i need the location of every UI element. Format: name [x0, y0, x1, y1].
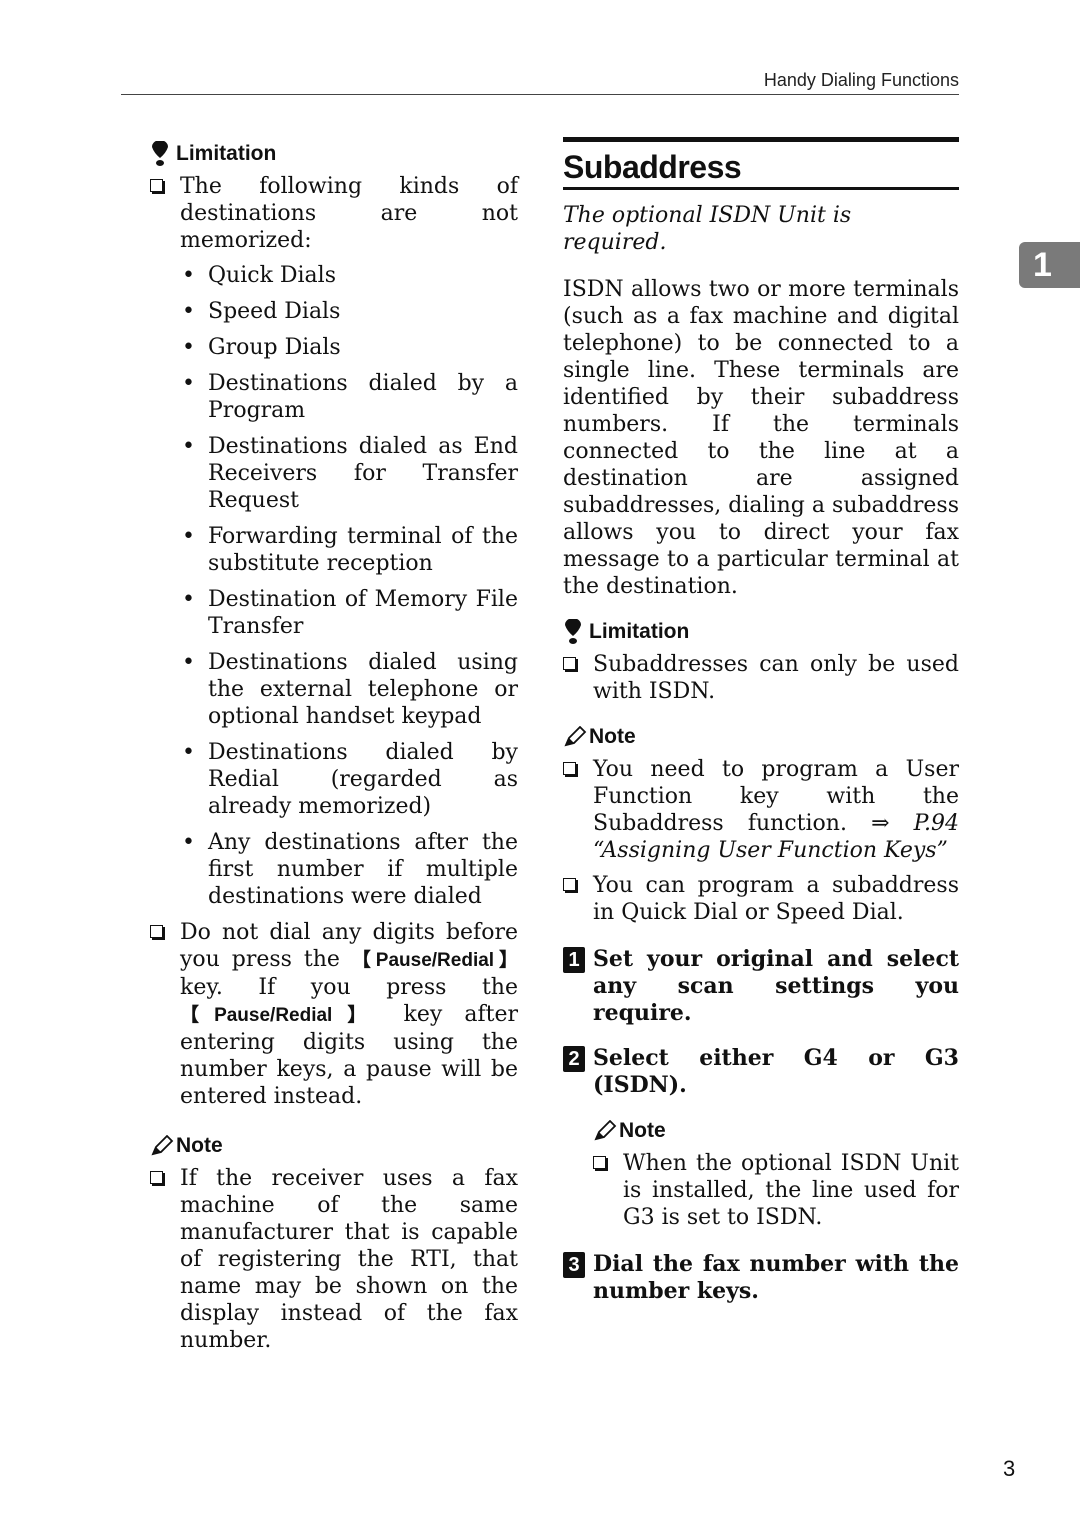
text: key. If you press the	[180, 975, 518, 1000]
step-2: 2 Select either G4 or G3 (ISDN).	[563, 1045, 959, 1099]
limitation-heading: Limitation	[150, 140, 518, 167]
limitation-icon	[150, 140, 176, 167]
pause-redial-item: Do not dial any digits before you press …	[150, 919, 518, 1110]
note-item: If the receiver uses a fax machine of th…	[150, 1165, 518, 1354]
step-text: Select either G4 or G3 (ISDN).	[593, 1045, 959, 1098]
requirement-note: The optional ISDN Unit is required.	[563, 203, 852, 255]
step-3: 3 Dial the fax number with the number ke…	[563, 1251, 959, 1305]
step-number-badge: 1	[563, 947, 585, 973]
running-header: Handy Dialing Functions	[763, 70, 959, 90]
list-item: Speed Dials	[180, 298, 518, 325]
checkbox-bullet-icon	[593, 1156, 606, 1169]
limitation-intro: The following kinds of destinations are …	[180, 174, 518, 253]
bullet-list: Quick Dials Speed Dials Group Dials Dest…	[180, 262, 518, 910]
section-title: Subaddress	[563, 149, 742, 185]
pause-redial-key-label: 【Pause/Redial】	[351, 950, 518, 971]
pencil-icon	[563, 725, 589, 748]
chapter-tab: 1	[1019, 242, 1080, 288]
note-text: When the optional ISDN Unit is installed…	[623, 1151, 959, 1230]
limitation-item: The following kinds of destinations are …	[150, 173, 518, 254]
right-column: Subaddress The optional ISDN Unit is req…	[563, 137, 959, 1323]
title-rule-bottom	[563, 187, 959, 190]
step-number-badge: 3	[563, 1252, 585, 1278]
limitation-heading: Limitation	[563, 618, 959, 645]
list-item: Forwarding terminal of the substitute re…	[180, 523, 518, 577]
page-number: 3	[1003, 1456, 1016, 1481]
note-item: You need to program a User Function key …	[563, 756, 959, 864]
list-item: Destinations dialed by a Program	[180, 370, 518, 424]
limitation-item: Subaddresses can only be used with ISDN.	[563, 651, 959, 705]
checkbox-bullet-icon	[563, 762, 576, 775]
body-paragraph: ISDN allows two or more terminals (such …	[563, 277, 959, 599]
note-heading: Note	[593, 1117, 959, 1144]
list-item: Any destinations after the first number …	[180, 829, 518, 910]
step-1: 1 Set your original and select any scan …	[563, 946, 959, 1027]
note-text: If the receiver uses a fax machine of th…	[180, 1166, 518, 1353]
step-text: Set your original and select any scan se…	[593, 946, 959, 1026]
step-2-note: Note When the optional ISDN Unit is inst…	[593, 1117, 959, 1231]
note-item: When the optional ISDN Unit is installed…	[593, 1150, 959, 1231]
checkbox-bullet-icon	[563, 657, 576, 670]
pencil-icon	[150, 1134, 176, 1157]
checkbox-bullet-icon	[150, 1171, 163, 1184]
list-item: Destinations dialed by Redial (regarded …	[180, 739, 518, 820]
note-heading: Note	[150, 1132, 518, 1159]
note-text: You can program a subaddress in Quick Di…	[593, 873, 959, 925]
note-label: Note	[176, 1134, 223, 1157]
note-label: Note	[589, 725, 636, 748]
note-label: Note	[619, 1119, 666, 1142]
step-text: Dial the fax number with the number keys…	[593, 1251, 959, 1304]
checkbox-bullet-icon	[563, 878, 576, 891]
checkbox-bullet-icon	[150, 179, 163, 192]
note-item: You can program a subaddress in Quick Di…	[563, 872, 959, 926]
limitation-icon	[563, 618, 589, 645]
note-heading: Note	[563, 723, 959, 750]
list-item: Quick Dials	[180, 262, 518, 289]
step-number-badge: 2	[563, 1046, 585, 1072]
left-column: Limitation The following kinds of destin…	[150, 140, 518, 1362]
pause-redial-key-label: 【Pause/Redial】	[180, 1005, 382, 1026]
list-item: Destinations dialed using the external t…	[180, 649, 518, 730]
pencil-icon	[593, 1119, 619, 1142]
list-item: Destinations dialed as End Receivers for…	[180, 433, 518, 514]
checkbox-bullet-icon	[150, 925, 163, 938]
limitation-label: Limitation	[176, 142, 277, 165]
limitation-label: Limitation	[589, 620, 690, 643]
list-item: Group Dials	[180, 334, 518, 361]
header-rule	[121, 94, 959, 95]
list-item: Destination of Memory File Transfer	[180, 586, 518, 640]
limitation-text: Subaddresses can only be used with ISDN.	[593, 652, 959, 704]
